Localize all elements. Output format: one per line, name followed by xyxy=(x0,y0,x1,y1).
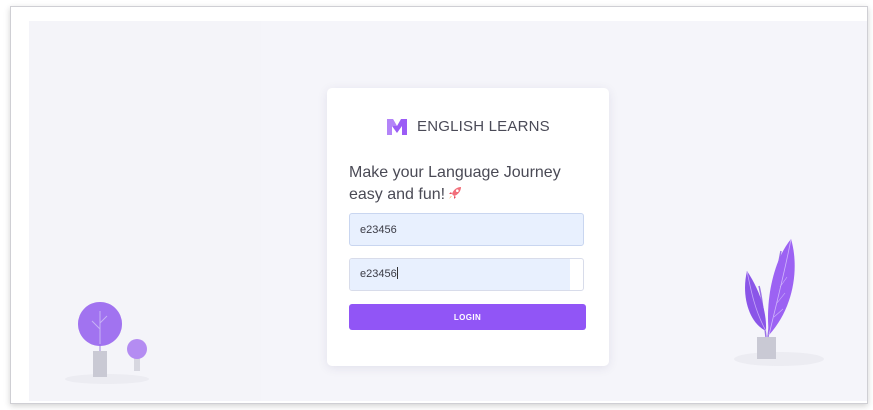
username-input[interactable] xyxy=(349,213,584,246)
m-logo-icon xyxy=(387,118,407,135)
login-button[interactable]: LOGIN xyxy=(349,304,586,330)
login-card: ENGLISH LEARNS Make your Language Journe… xyxy=(327,88,609,366)
brand-name: ENGLISH LEARNS xyxy=(417,118,550,135)
tagline: Make your Language Journey easy and fun! xyxy=(349,162,589,206)
text-caret xyxy=(396,267,398,279)
page-background: ENGLISH LEARNS Make your Language Journe… xyxy=(29,21,867,401)
small-trees-illustration xyxy=(65,302,149,384)
rocket-icon xyxy=(449,187,462,199)
app-window: ENGLISH LEARNS Make your Language Journe… xyxy=(10,6,868,404)
password-input[interactable]: e23456 xyxy=(349,258,584,291)
brand-header: ENGLISH LEARNS xyxy=(387,118,550,135)
password-autofill: e23456 xyxy=(350,259,570,290)
leaf-plant-illustration xyxy=(734,238,824,366)
password-value: e23456 xyxy=(360,268,397,280)
